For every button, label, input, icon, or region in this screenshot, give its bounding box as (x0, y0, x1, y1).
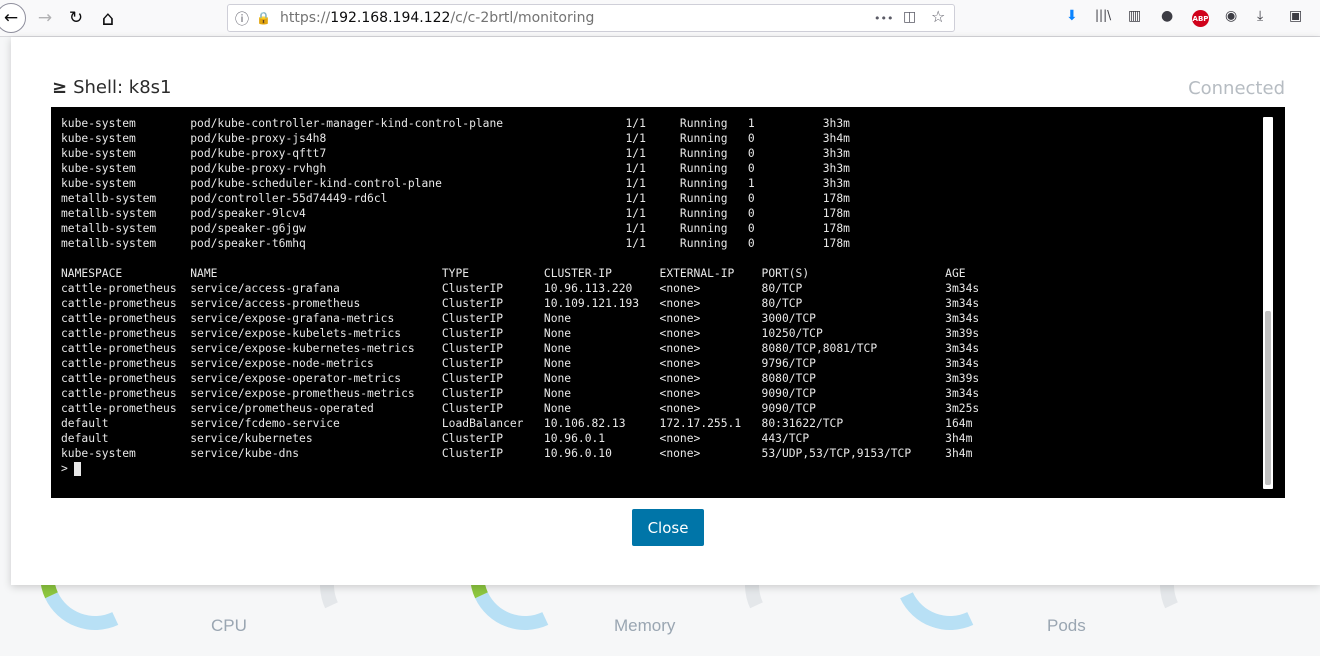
terminal-line: kube-system pod/kube-proxy-rvhgh 1/1 Run… (61, 162, 850, 175)
sidebar-icon[interactable]: ▥ (1128, 8, 1141, 24)
terminal-line: kube-system service/kube-dns ClusterIP 1… (61, 447, 973, 460)
terminal-line: kube-system pod/kube-proxy-js4h8 1/1 Run… (61, 132, 850, 145)
forward-icon[interactable]: → (31, 4, 59, 32)
browser-toolbar: ← → ↻ ⌂ ⓘ 🔒 https://192.168.194.122/c/c-… (0, 0, 1320, 37)
more-actions-icon[interactable]: ••• (874, 12, 893, 25)
terminal-line: metallb-system pod/speaker-t6mhq 1/1 Run… (61, 237, 850, 250)
library-icon[interactable]: |||\ (1095, 8, 1111, 22)
pocket-icon[interactable]: ◫ (903, 9, 916, 25)
terminal-line: metallb-system pod/speaker-9lcv4 1/1 Run… (61, 207, 850, 220)
modal-title: ≥ Shell: k8s1 (52, 77, 172, 98)
terminal-cursor (73, 461, 81, 476)
terminal-output: kube-system pod/kube-controller-manager-… (61, 116, 979, 476)
terminal-scrollbar[interactable] (1263, 117, 1273, 489)
modal-title-text: Shell: k8s1 (73, 77, 172, 98)
terminal-line: cattle-prometheus service/access-prometh… (61, 297, 980, 310)
terminal-line: default service/kubernetes ClusterIP 10.… (61, 432, 973, 445)
url-bar[interactable]: ⓘ 🔒 https://192.168.194.122/c/c-2brtl/mo… (227, 4, 955, 32)
terminal-prompt-line[interactable]: > (61, 461, 979, 476)
extension-2-icon[interactable]: ▣ (1289, 8, 1302, 24)
lock-icon[interactable]: 🔒 (256, 11, 271, 25)
terminal-scroll-thumb[interactable] (1265, 311, 1271, 485)
terminal-line: cattle-prometheus service/prometheus-ope… (61, 402, 980, 415)
terminal-line: kube-system pod/kube-controller-manager-… (61, 117, 850, 130)
back-icon[interactable]: ← (0, 3, 26, 33)
url-path: /c/c-2brtl/monitoring (450, 10, 595, 26)
terminal-line: cattle-prometheus service/expose-grafana… (61, 312, 980, 325)
reload-icon[interactable]: ↻ (62, 4, 90, 32)
download-extension-icon[interactable]: ⤓ (1257, 8, 1263, 24)
terminal-line: cattle-prometheus service/expose-operato… (61, 372, 980, 385)
close-button[interactable]: Close (632, 509, 704, 546)
extension-icon[interactable]: ◉ (1225, 8, 1237, 24)
url-text[interactable]: https://192.168.194.122/c/c-2brtl/monito… (280, 10, 594, 26)
memory-label: Memory (614, 616, 676, 635)
url-scheme: https:// (280, 10, 331, 26)
bookmark-star-icon[interactable]: ☆ (931, 7, 945, 26)
home-icon[interactable]: ⌂ (94, 4, 122, 32)
terminal-line: kube-system pod/kube-proxy-qftt7 1/1 Run… (61, 147, 850, 160)
connection-status: Connected (1188, 78, 1285, 99)
account-icon[interactable]: ● (1161, 8, 1173, 24)
terminal-line: cattle-prometheus service/expose-kuberne… (61, 342, 980, 355)
terminal-line: cattle-prometheus service/expose-kubelet… (61, 327, 980, 340)
terminal-prompt: > (61, 462, 68, 475)
terminal-line: default service/fcdemo-service LoadBalan… (61, 417, 973, 430)
terminal-line: metallb-system pod/controller-55d74449-r… (61, 192, 850, 205)
pods-label: Pods (1047, 616, 1086, 635)
downloads-icon[interactable]: ⬇ (1066, 8, 1078, 24)
terminal-line: kube-system pod/kube-scheduler-kind-cont… (61, 177, 850, 190)
info-icon[interactable]: ⓘ (235, 9, 249, 29)
terminal-line: NAMESPACE NAME TYPE CLUSTER-IP EXTERNAL-… (61, 267, 966, 280)
terminal-line: cattle-prometheus service/expose-node-me… (61, 357, 980, 370)
adblock-icon[interactable]: ABP (1192, 10, 1209, 27)
shell-modal: ≥ Shell: k8s1 Connected kube-system pod/k… (11, 37, 1320, 585)
shell-icon: ≥ (52, 77, 68, 98)
url-host: 192.168.194.122 (330, 10, 451, 26)
terminal-line: cattle-prometheus service/expose-prometh… (61, 387, 980, 400)
terminal-line: cattle-prometheus service/access-grafana… (61, 282, 980, 295)
terminal-line: metallb-system pod/speaker-g6jgw 1/1 Run… (61, 222, 850, 235)
cpu-label: CPU (211, 616, 247, 635)
terminal[interactable]: kube-system pod/kube-controller-manager-… (51, 107, 1285, 498)
